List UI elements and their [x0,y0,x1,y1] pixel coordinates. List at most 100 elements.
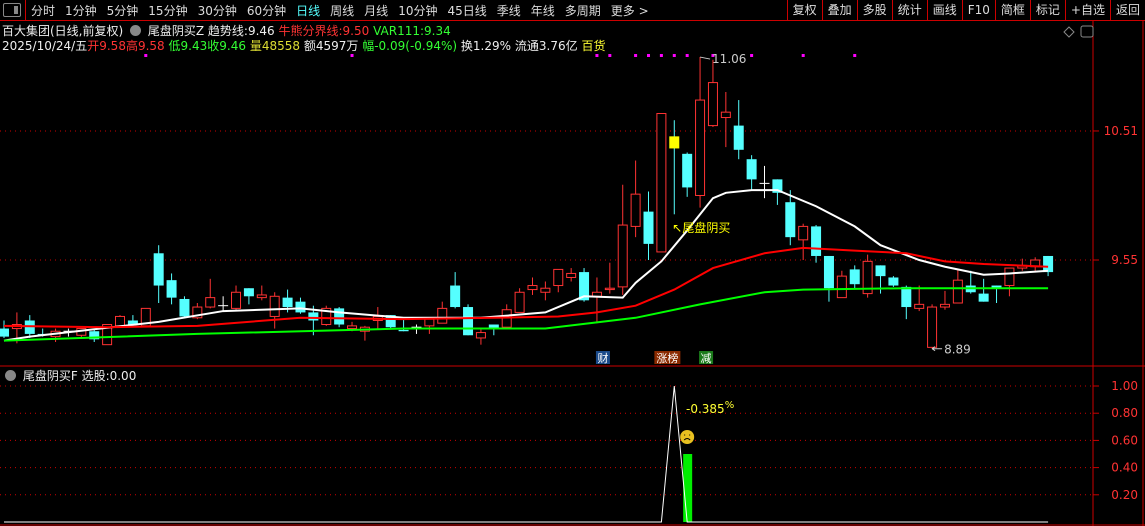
tab-period[interactable]: 更多 > [606,2,654,19]
candle-body [127,320,138,325]
tab-period[interactable]: 月线 [359,2,393,19]
candle-body [359,326,370,332]
stock-title: 百大集团(日线,前复权) [2,24,124,38]
var111-value: 9.34 [424,24,451,38]
signal-dot [144,54,148,57]
candle [643,191,654,260]
candle-body [617,224,628,288]
signal-label: ↖尾盘阴买 [672,220,730,235]
tab-period[interactable]: 45日线 [442,2,491,19]
candle-body [347,325,358,330]
indicator-name[interactable]: 尾盘阴买Z [148,24,204,38]
tab-period[interactable]: 15分钟 [143,2,192,19]
tab-period[interactable]: 60分钟 [242,2,291,19]
y-tick-label: 0.20 [1111,488,1138,502]
candle-body [991,285,1002,289]
candle [89,328,100,342]
candle [811,225,822,263]
tab-period[interactable]: 年线 [526,2,560,19]
candle [527,277,538,295]
toolbar-button[interactable]: 简框 [994,0,1030,21]
toolbar-button[interactable]: 叠加 [821,0,857,21]
candle [798,223,809,260]
candle [179,296,190,318]
candle-body [553,268,564,287]
candle-body [282,297,293,308]
sector-link[interactable]: 百货 [581,39,605,53]
signal-dot [711,54,715,57]
candle [463,304,474,336]
candle-body [927,306,938,348]
candle-body [514,291,525,313]
candle [24,315,35,338]
candle [166,273,177,305]
candle [37,328,48,337]
annotation-value: -0.385 [686,402,725,416]
candle [604,262,615,294]
candle-body [630,193,641,227]
chevron-down-icon[interactable] [5,370,16,381]
tab-period[interactable]: 周线 [325,2,359,19]
candle-body [372,315,383,321]
tab-period[interactable]: 1分钟 [60,2,102,19]
candle [553,268,564,293]
toolbar-button[interactable]: +自选 [1064,0,1110,21]
candle-body [733,125,744,150]
tab-period[interactable]: 30分钟 [193,2,242,19]
bull-bear-value: 9.50 [342,24,370,38]
change: 幅-0.09(-0.94%) [362,39,458,53]
candle-body [179,298,190,317]
diamond-icon [1063,26,1075,38]
y-tick-label: 0.40 [1111,461,1138,475]
candle-body [965,285,976,293]
sub-annotation: -0.385% [686,400,734,416]
candle [1017,258,1028,271]
candle-body [37,333,48,336]
tab-period[interactable]: 分时 [26,2,60,19]
candle [11,312,22,344]
signal-dot [595,54,599,57]
low-arrow-icon [931,346,943,352]
candle [76,328,87,338]
signal-dot [659,54,663,57]
candle [952,269,963,304]
sub-indicator-name[interactable]: 尾盘阴买F [23,369,78,383]
chevron-down-icon[interactable] [130,25,142,36]
candle-body [1017,264,1028,269]
tab-period[interactable]: 5分钟 [102,2,144,19]
toolbar-button[interactable]: F10 [961,0,995,21]
candle-body [11,324,22,330]
candle-body [398,329,409,332]
candle [617,184,628,295]
candle-body [501,309,512,328]
candle [927,304,938,349]
candle-body [823,255,834,289]
tab-period[interactable]: 日线 [291,2,325,19]
candle [295,297,306,314]
candle-body [914,303,925,309]
sad-face-icon [680,430,695,444]
candle [127,315,138,326]
toolbar-button[interactable]: 复权 [786,0,822,21]
tab-period[interactable]: 10分钟 [393,2,442,19]
toolbar-button[interactable]: 多股 [856,0,892,21]
signal-dot [685,54,689,57]
toolbar-button[interactable]: 画线 [926,0,962,21]
tab-period[interactable]: 多周期 [560,2,606,19]
toolbar-button[interactable]: 标记 [1029,0,1065,21]
candle-body [0,328,9,337]
candle-body [385,315,396,328]
kline-chart[interactable]: 10.51 9.55 1.00 0.80 0.60 0.40 0.20 11.06 8.89 ↖尾… [0,0,1145,526]
signal-dot [672,54,676,57]
candle-body [772,179,783,193]
toolbar-button[interactable]: 返回 [1109,0,1145,21]
candle-body [1030,259,1041,268]
toolbar-button[interactable]: 统计 [891,0,927,21]
panel-toggle-icon[interactable] [3,3,21,17]
tab-period[interactable]: 季线 [492,2,526,19]
var111-label: VAR111: [373,24,425,38]
high-label: 高 [125,39,138,53]
candle [656,113,667,253]
candle-body [798,225,809,241]
ma-line-var111 [3,287,1049,342]
